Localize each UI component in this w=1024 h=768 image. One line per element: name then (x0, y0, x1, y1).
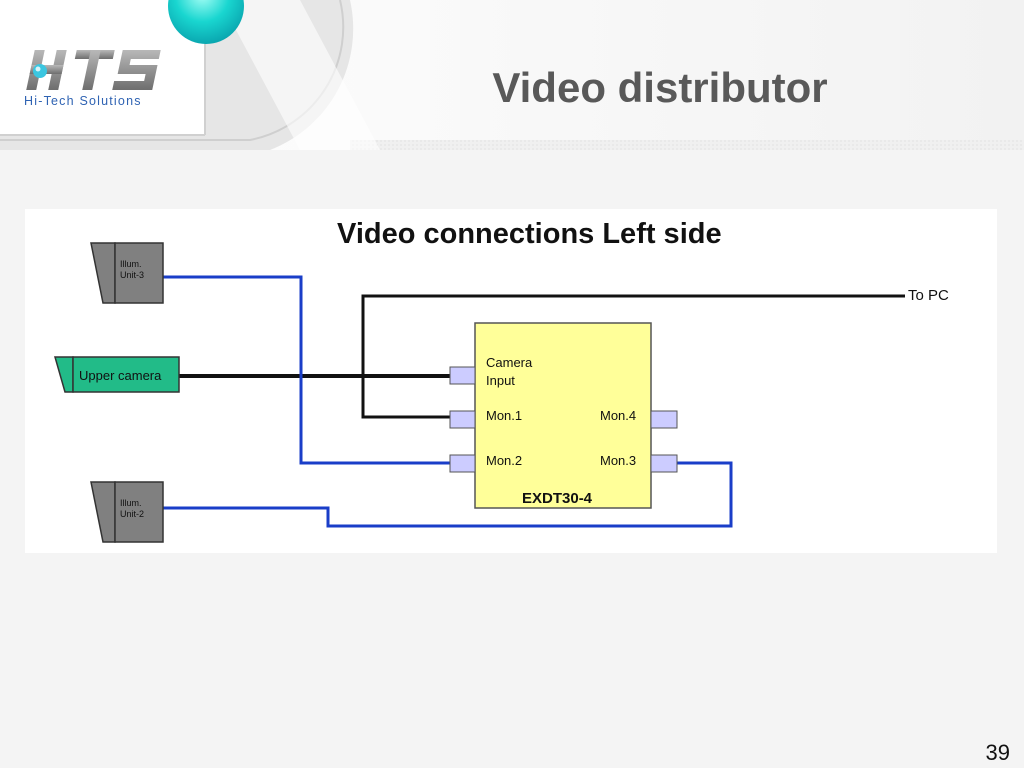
port-label-mon2: Mon.2 (486, 453, 522, 468)
port-mon1 (449, 410, 476, 429)
upper-camera: Upper camera (54, 356, 180, 393)
diagram-title: Video connections Left side (337, 218, 722, 250)
port-mon3 (650, 454, 678, 473)
port-camera-input (449, 366, 476, 385)
upper-camera-label: Upper camera (79, 368, 162, 383)
port-label-camera-line1: Camera (486, 355, 533, 370)
port-label-mon3: Mon.3 (600, 453, 636, 468)
illum-unit-3-line2: Unit-3 (120, 270, 144, 280)
blue-cable-illum-unit-3 (163, 275, 450, 465)
illum-unit-2-line2: Unit-2 (120, 509, 144, 519)
illum-unit-3-line1: Illum. (120, 259, 142, 269)
slide-title: Video distributor (492, 64, 828, 111)
port-label-mon4: Mon.4 (600, 408, 636, 423)
illum-unit-3: Illum. Unit-3 (90, 242, 164, 304)
port-label-mon1: Mon.1 (486, 408, 522, 423)
logo-subtitle: Hi-Tech Solutions (24, 94, 142, 108)
video-connections-diagram: Video connections Left side To PC EXDT30… (54, 218, 949, 543)
illum-unit-2-line1: Illum. (120, 498, 142, 508)
illum-unit-2: Illum. Unit-2 (90, 481, 164, 543)
to-pc-label: To PC (908, 287, 949, 304)
port-mon2 (449, 454, 476, 473)
page-number: 39 (985, 740, 1010, 765)
device-label: EXDT30-4 (522, 490, 593, 507)
port-label-camera-line2: Input (486, 373, 515, 388)
port-mon4 (650, 410, 678, 429)
